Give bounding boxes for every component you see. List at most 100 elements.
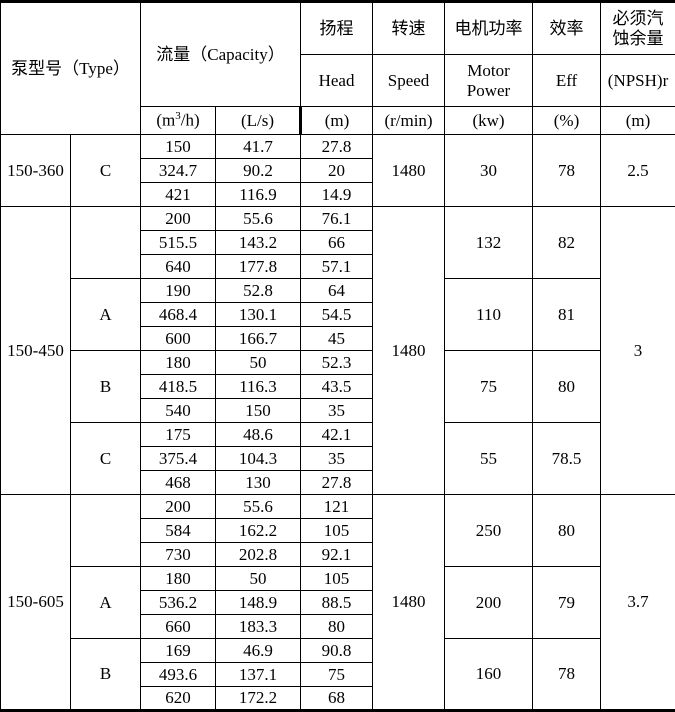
efficiency-cell: 80 xyxy=(533,495,601,567)
pump-type-cell: C xyxy=(71,423,141,495)
capacity-ls-cell: 52.8 xyxy=(216,279,301,303)
header-eff-cn: 效率 xyxy=(533,2,601,55)
header-power-en-line1: Motor xyxy=(467,61,510,80)
capacity-ls-cell: 183.3 xyxy=(216,615,301,639)
header-speed-unit: (r/min) xyxy=(373,107,445,135)
header-capacity-unit-ls: (L/s) xyxy=(216,107,301,135)
pump-model-cell: 150-360 xyxy=(1,135,71,207)
head-cell: 75 xyxy=(301,663,373,687)
capacity-ls-cell: 172.2 xyxy=(216,687,301,711)
header-eff-en: Eff xyxy=(533,55,601,107)
header-power-unit: (kw) xyxy=(445,107,533,135)
header-power-cn: 电机功率 xyxy=(445,2,533,55)
header-npsh-cn: 必须汽蚀余量 xyxy=(601,2,675,55)
capacity-m3h-cell: 200 xyxy=(141,207,216,231)
capacity-ls-cell: 143.2 xyxy=(216,231,301,255)
npsh-cell: 3 xyxy=(601,207,675,495)
speed-cell: 1480 xyxy=(373,135,445,207)
capacity-m3h-cell: 540 xyxy=(141,399,216,423)
head-cell: 52.3 xyxy=(301,351,373,375)
pump-type-cell: B xyxy=(71,639,141,711)
capacity-m3h-cell: 200 xyxy=(141,495,216,519)
motor-power-cell: 160 xyxy=(445,639,533,711)
table-body: 泵型号（Type）流量（Capacity）扬程转速电机功率效率必须汽蚀余量Hea… xyxy=(1,2,675,711)
capacity-m3h-cell: 515.5 xyxy=(141,231,216,255)
capacity-m3h-cell: 620 xyxy=(141,687,216,711)
head-cell: 76.1 xyxy=(301,207,373,231)
capacity-ls-cell: 50 xyxy=(216,567,301,591)
efficiency-cell: 80 xyxy=(533,351,601,423)
header-capacity: 流量（Capacity） xyxy=(141,2,301,107)
head-cell: 42.1 xyxy=(301,423,373,447)
pump-type-cell xyxy=(71,495,141,567)
head-cell: 35 xyxy=(301,447,373,471)
head-cell: 27.8 xyxy=(301,471,373,495)
header-row-chinese: 泵型号（Type）流量（Capacity）扬程转速电机功率效率必须汽蚀余量 xyxy=(1,2,675,55)
head-cell: 35 xyxy=(301,399,373,423)
capacity-m3h-cell: 190 xyxy=(141,279,216,303)
head-cell: 64 xyxy=(301,279,373,303)
motor-power-cell: 55 xyxy=(445,423,533,495)
efficiency-cell: 78 xyxy=(533,135,601,207)
capacity-ls-cell: 50 xyxy=(216,351,301,375)
capacity-ls-cell: 130 xyxy=(216,471,301,495)
capacity-m3h-cell: 180 xyxy=(141,351,216,375)
capacity-ls-cell: 130.1 xyxy=(216,303,301,327)
head-cell: 105 xyxy=(301,519,373,543)
motor-power-cell: 110 xyxy=(445,279,533,351)
capacity-ls-cell: 48.6 xyxy=(216,423,301,447)
speed-cell: 1480 xyxy=(373,495,445,711)
capacity-ls-cell: 90.2 xyxy=(216,159,301,183)
capacity-m3h-cell: 180 xyxy=(141,567,216,591)
capacity-ls-cell: 177.8 xyxy=(216,255,301,279)
header-head-en: Head xyxy=(301,55,373,107)
head-cell: 68 xyxy=(301,687,373,711)
pump-model-cell: 150-450 xyxy=(1,207,71,495)
efficiency-cell: 78.5 xyxy=(533,423,601,495)
capacity-ls-cell: 162.2 xyxy=(216,519,301,543)
pump-model-cell: 150-605 xyxy=(1,495,71,711)
head-cell: 20 xyxy=(301,159,373,183)
header-power-en: MotorPower xyxy=(445,55,533,107)
capacity-m3h-cell: 418.5 xyxy=(141,375,216,399)
npsh-cell: 2.5 xyxy=(601,135,675,207)
capacity-ls-cell: 116.9 xyxy=(216,183,301,207)
pump-type-cell xyxy=(71,207,141,279)
capacity-ls-cell: 148.9 xyxy=(216,591,301,615)
head-cell: 90.8 xyxy=(301,639,373,663)
header-speed-en: Speed xyxy=(373,55,445,107)
header-npsh-unit: (m) xyxy=(601,107,675,135)
header-type: 泵型号（Type） xyxy=(1,2,141,135)
head-cell: 92.1 xyxy=(301,543,373,567)
capacity-m3h-cell: 730 xyxy=(141,543,216,567)
capacity-m3h-cell: 468.4 xyxy=(141,303,216,327)
capacity-ls-cell: 41.7 xyxy=(216,135,301,159)
capacity-ls-cell: 150 xyxy=(216,399,301,423)
table-row: A1805010520079 xyxy=(1,567,675,591)
header-head-unit: (m) xyxy=(301,107,373,135)
motor-power-cell: 132 xyxy=(445,207,533,279)
capacity-m3h-cell: 421 xyxy=(141,183,216,207)
capacity-m3h-cell: 536.2 xyxy=(141,591,216,615)
motor-power-cell: 30 xyxy=(445,135,533,207)
head-cell: 43.5 xyxy=(301,375,373,399)
header-capacity-unit-m3h: (m3/h) xyxy=(141,107,216,135)
capacity-ls-cell: 137.1 xyxy=(216,663,301,687)
capacity-m3h-cell: 640 xyxy=(141,255,216,279)
table-row: C17548.642.15578.5 xyxy=(1,423,675,447)
motor-power-cell: 200 xyxy=(445,567,533,639)
capacity-m3h-cell: 493.6 xyxy=(141,663,216,687)
table-row: 150-360C15041.727.8148030782.5 xyxy=(1,135,675,159)
capacity-ls-cell: 46.9 xyxy=(216,639,301,663)
pump-specification-table: 泵型号（Type）流量（Capacity）扬程转速电机功率效率必须汽蚀余量Hea… xyxy=(0,0,675,712)
head-cell: 57.1 xyxy=(301,255,373,279)
efficiency-cell: 82 xyxy=(533,207,601,279)
head-cell: 54.5 xyxy=(301,303,373,327)
npsh-cell: 3.7 xyxy=(601,495,675,711)
head-cell: 45 xyxy=(301,327,373,351)
efficiency-cell: 78 xyxy=(533,639,601,711)
header-speed-cn: 转速 xyxy=(373,2,445,55)
table-row: B16946.990.816078 xyxy=(1,639,675,663)
capacity-ls-cell: 55.6 xyxy=(216,207,301,231)
head-cell: 121 xyxy=(301,495,373,519)
